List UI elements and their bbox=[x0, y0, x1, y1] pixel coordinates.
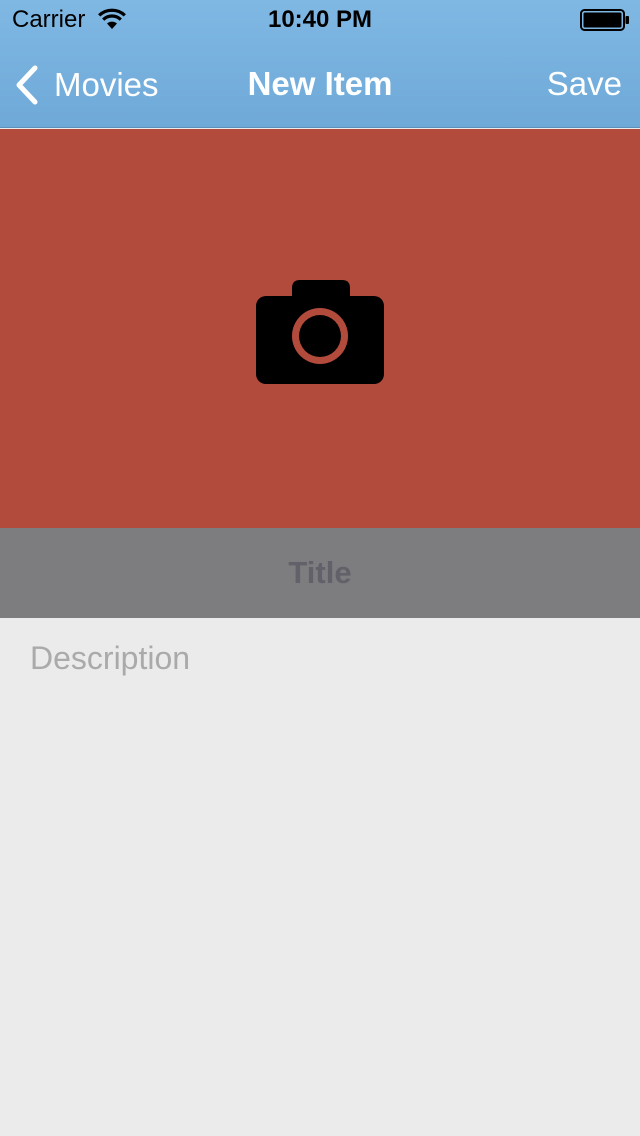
description-input[interactable] bbox=[0, 618, 640, 1136]
battery-full-icon bbox=[580, 9, 629, 31]
navigation-bar: Movies New Item Save bbox=[0, 40, 640, 128]
status-bar: Carrier 10:40 PM bbox=[0, 0, 640, 40]
status-time: 10:40 PM bbox=[267, 6, 373, 33]
title-input[interactable] bbox=[0, 528, 640, 618]
header: Carrier 10:40 PM Movies New Item Save bbox=[0, 0, 640, 128]
save-button[interactable]: Save bbox=[547, 64, 622, 104]
back-button[interactable]: Movies bbox=[14, 64, 159, 106]
camera-icon bbox=[256, 280, 384, 384]
chevron-left-icon bbox=[16, 65, 38, 105]
page-title: New Item bbox=[247, 65, 393, 102]
back-button-label: Movies bbox=[54, 66, 159, 103]
photo-picker[interactable] bbox=[0, 129, 640, 528]
